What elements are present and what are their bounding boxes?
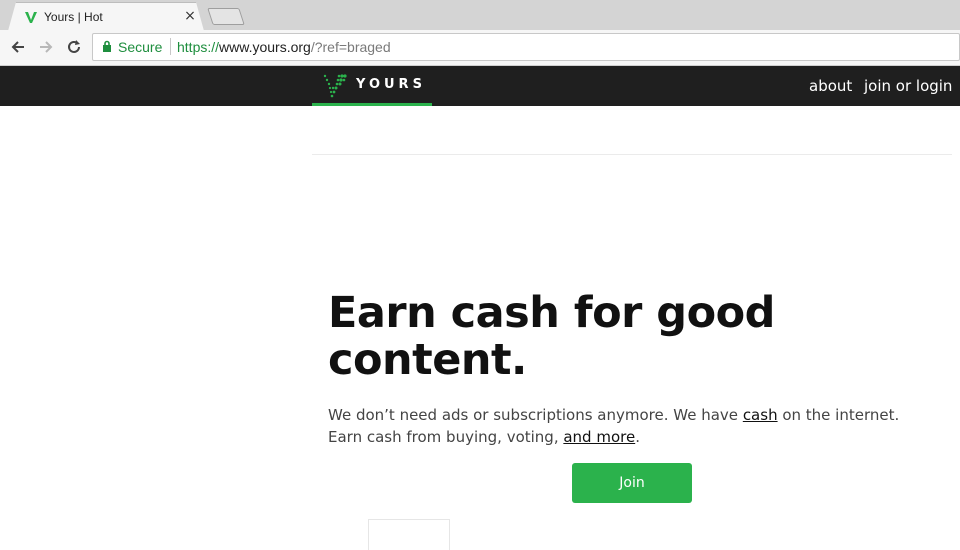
yours-logo-icon: [24, 10, 38, 24]
nav-join-login-link[interactable]: join or login: [864, 77, 952, 95]
back-arrow-icon[interactable]: [7, 36, 29, 58]
hero-subtitle: We don’t need ads or subscriptions anymo…: [328, 404, 938, 448]
cash-link[interactable]: cash: [743, 406, 778, 424]
tab-title: Yours | Hot: [44, 10, 103, 24]
close-tab-icon[interactable]: ×: [182, 8, 198, 24]
url-path: /?ref=braged: [310, 39, 391, 55]
browser-tab-strip: Yours | Hot ×: [0, 0, 960, 30]
browser-toolbar: Secure https://www.yours.org/?ref=braged: [0, 30, 960, 66]
new-tab-button[interactable]: [207, 8, 245, 25]
site-header: YOURS about join or login: [0, 66, 960, 106]
and-more-link[interactable]: and more: [563, 428, 635, 446]
forward-arrow-icon[interactable]: [35, 36, 57, 58]
hero-subtitle-text: We don’t need ads or subscriptions anymo…: [328, 406, 743, 424]
lock-icon: [103, 40, 111, 52]
site-logo-link[interactable]: YOURS: [312, 66, 432, 106]
hero-subtitle-text: .: [635, 428, 640, 446]
secure-label: Secure: [118, 39, 163, 55]
yours-logo-icon: [323, 74, 347, 98]
reload-icon[interactable]: [63, 36, 85, 58]
active-nav-underline: [312, 103, 432, 106]
content-card: [368, 519, 450, 550]
address-bar[interactable]: Secure https://www.yours.org/?ref=braged: [92, 33, 960, 61]
url-scheme: https://: [177, 39, 220, 55]
omnibox-separator: [170, 38, 171, 55]
site-logo-text: YOURS: [356, 77, 426, 92]
hero-title: Earn cash for good content.: [328, 288, 775, 385]
url-host: www.yours.org: [219, 39, 311, 55]
content-divider: [312, 154, 952, 155]
join-button[interactable]: Join: [572, 463, 692, 503]
nav-about-link[interactable]: about: [809, 77, 852, 95]
url-text: https://www.yours.org/?ref=braged: [177, 39, 391, 55]
browser-tab[interactable]: Yours | Hot ×: [8, 2, 204, 31]
